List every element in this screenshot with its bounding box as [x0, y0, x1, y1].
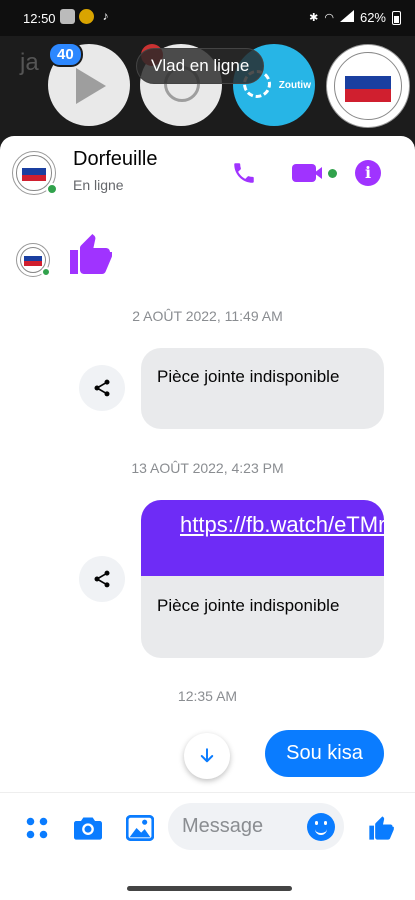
wifi-icon: ◠ [324, 12, 334, 24]
battery-percentage: 62% [359, 10, 386, 25]
timestamp: 2 AOÛT 2022, 11:49 AM [132, 308, 283, 324]
emoji-icon[interactable] [307, 813, 335, 841]
online-tooltip: Vlad en ligne [136, 48, 265, 84]
message-composer [0, 792, 415, 862]
contact-chat-head[interactable] [326, 44, 410, 128]
background-partial-text: ja [20, 49, 39, 76]
image-icon [126, 815, 154, 841]
status-bar: 12:50 ♪ ✱ ◠ 62% [0, 0, 415, 36]
thumbs-up-icon [70, 234, 112, 274]
menu-dots-icon [26, 817, 48, 839]
attachment-bubble[interactable]: Pièce jointe indisponible [141, 348, 384, 429]
sent-message-bubble[interactable]: Sou kisa [265, 730, 384, 777]
contact-status: En ligne [73, 177, 124, 193]
timestamp: 13 AOÛT 2022, 4:23 PM [131, 460, 284, 476]
share-icon [94, 379, 110, 397]
send-like-button[interactable] [367, 814, 395, 842]
menu-button[interactable] [23, 814, 51, 842]
scroll-to-bottom-button[interactable] [184, 733, 230, 779]
chat-heads-area: ja 40 Zoutiw Vlad en ligne [0, 36, 415, 136]
camera-button[interactable] [74, 814, 102, 842]
arrow-down-icon [200, 748, 214, 763]
received-like-message[interactable] [66, 230, 114, 283]
contact-name[interactable]: Dorfeuille [73, 148, 157, 171]
online-indicator [46, 183, 58, 195]
link-bubble[interactable]: https://fb.watch/eTMr8rgdS3/ Pièce joint… [141, 500, 384, 658]
camera-icon [74, 817, 102, 840]
bluetooth-icon: ✱ [309, 12, 319, 24]
sender-online-indicator [41, 267, 51, 277]
tiktok-icon: ♪ [102, 9, 109, 23]
image-notification-icon [60, 9, 75, 24]
info-icon: i [355, 160, 381, 186]
gallery-button[interactable] [126, 814, 154, 842]
timestamp: 12:35 AM [177, 688, 238, 704]
play-icon [76, 68, 106, 104]
app-notification-icon [79, 9, 94, 24]
message-list[interactable]: 2 AOÛT 2022, 11:49 AM Pièce jointe indis… [0, 210, 415, 792]
thumbs-up-icon [369, 816, 394, 840]
attachment-placeholder: Pièce jointe indisponible [141, 576, 384, 636]
attachment-text: Pièce jointe indisponible [157, 367, 340, 386]
video-call-button[interactable] [290, 158, 338, 188]
share-icon [94, 570, 110, 588]
conversation-header: Dorfeuille En ligne i [0, 136, 415, 210]
phone-icon [234, 163, 254, 183]
system-icons: ✱ ◠ 62% [309, 10, 401, 25]
status-time: 12:50 [23, 11, 56, 26]
zoutiw-label: Zoutiw [278, 80, 311, 91]
attachment-text: Pièce jointe indisponible [157, 596, 340, 615]
video-active-dot [327, 168, 337, 178]
battery-icon [392, 10, 401, 25]
share-button[interactable] [79, 556, 125, 602]
link-preview[interactable]: https://fb.watch/eTMr8rgdS3/ [141, 500, 384, 576]
chat-head-badge: 40 [48, 42, 83, 67]
signal-icon [339, 10, 354, 25]
info-button[interactable]: i [352, 158, 384, 188]
voice-call-button[interactable] [228, 158, 260, 188]
share-button[interactable] [79, 365, 125, 411]
shared-link[interactable]: https://fb.watch/eTMr8rgdS3/ [180, 512, 384, 537]
system-nav-bar [0, 862, 415, 900]
notification-icons: ♪ [60, 9, 113, 24]
home-gesture-bar[interactable] [127, 886, 292, 891]
video-icon [291, 164, 322, 182]
